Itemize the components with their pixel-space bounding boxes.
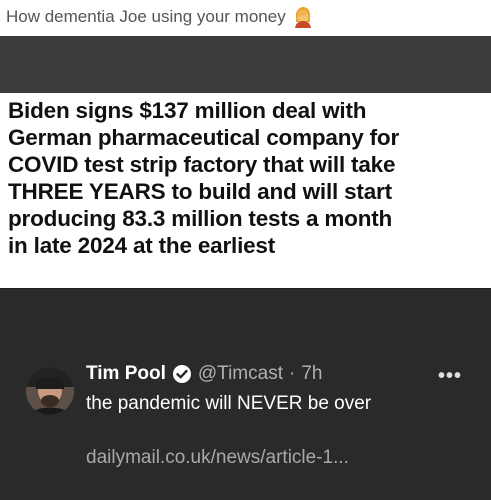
avatar[interactable] [26, 367, 74, 415]
shared-post[interactable]: Biden signs $137 million deal with Germa… [0, 36, 491, 500]
tweet-author-row: Tim Pool @Timcast · 7h [86, 363, 322, 385]
post-caption: How dementia Joe using your money [6, 4, 314, 30]
author-name[interactable]: Tim Pool [86, 363, 166, 385]
header-band [0, 36, 491, 93]
tweet-timestamp[interactable]: 7h [301, 363, 322, 385]
headline-line: Biden signs $137 million deal with [8, 98, 367, 123]
headline-line: producing 83.3 million tests a month [8, 206, 393, 231]
news-headline: Biden signs $137 million deal with Germa… [8, 97, 486, 259]
headline-line: German pharmaceutical company for [8, 125, 400, 150]
tweet-text: the pandemic will NEVER be over [86, 393, 372, 414]
embedded-tweet[interactable]: Tim Pool @Timcast · 7h ••• the pandemic … [0, 288, 491, 500]
woman-facepalming-emoji-icon [294, 7, 311, 28]
separator-dot: · [288, 363, 296, 384]
tweet-link[interactable]: dailymail.co.uk/news/article-1... [86, 447, 349, 469]
caption-text: How dementia Joe using your money [6, 7, 286, 26]
headline-line: THREE YEARS to build and will start [8, 179, 392, 204]
headline-line: COVID test strip factory that will take [8, 152, 396, 177]
author-handle[interactable]: @Timcast [198, 363, 283, 385]
headline-line: in late 2024 at the earliest [8, 233, 276, 258]
avatar-image [26, 367, 74, 415]
verified-badge-icon [172, 365, 191, 383]
more-options-icon[interactable]: ••• [438, 365, 462, 388]
